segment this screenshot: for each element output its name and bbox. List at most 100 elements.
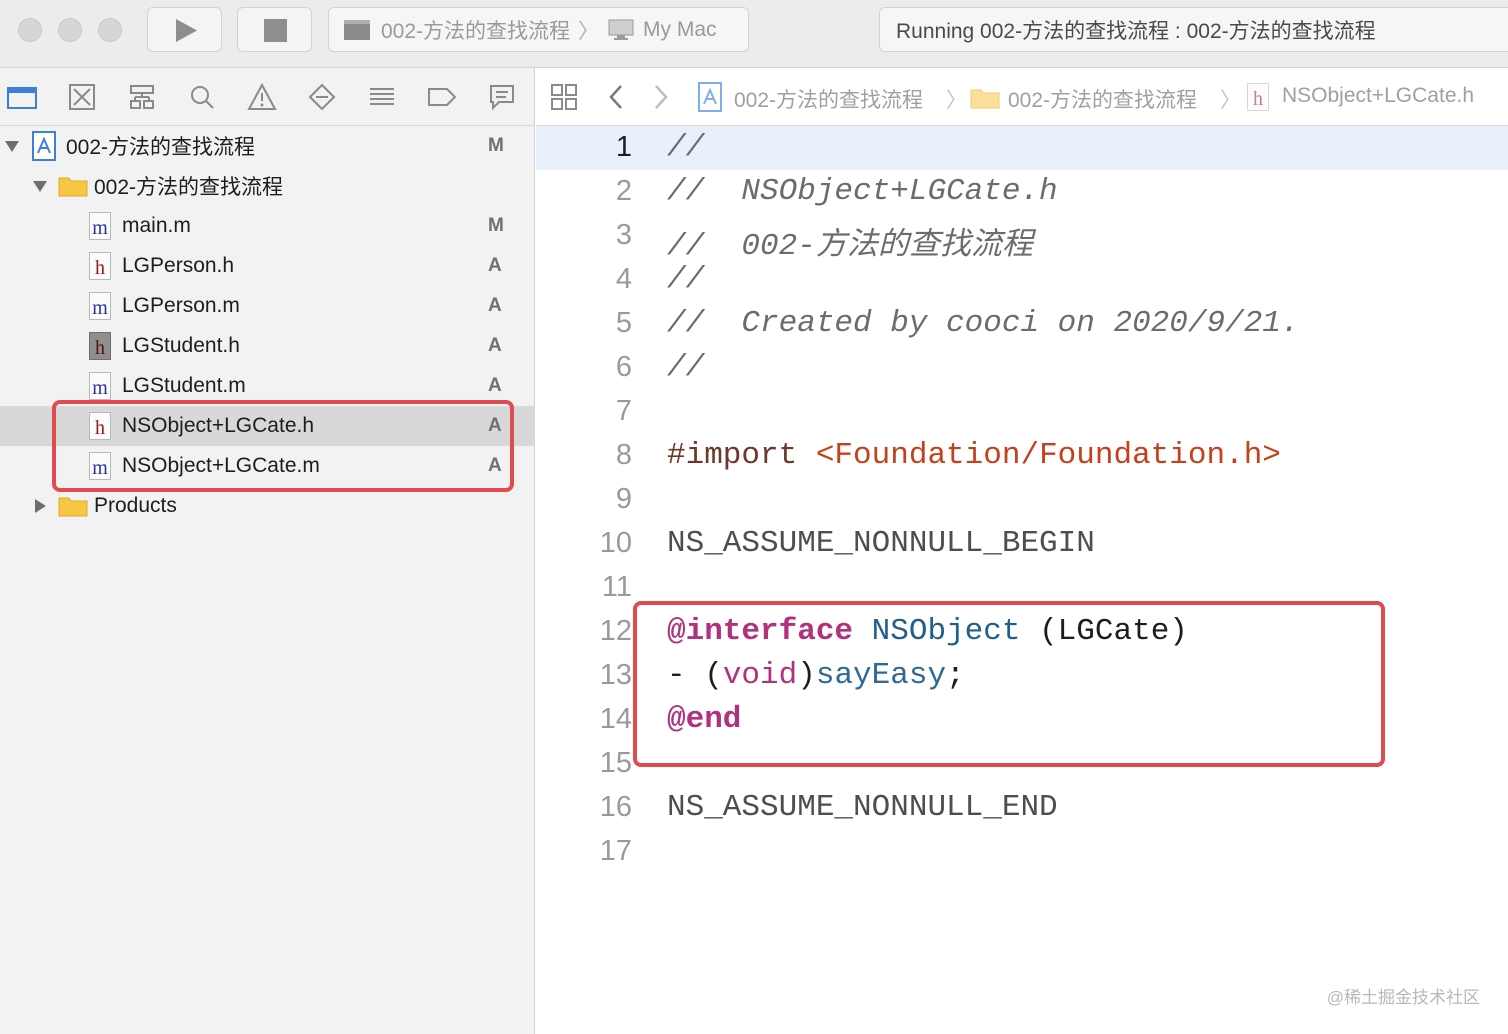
macro-nonnull-end: NS_ASSUME_NONNULL_END	[667, 790, 1058, 825]
folder-icon	[58, 497, 88, 517]
run-button[interactable]	[147, 7, 222, 52]
line-number: 16	[599, 791, 632, 823]
list-icon	[370, 88, 394, 105]
tree-row-file[interactable]: m main.m M	[0, 206, 535, 246]
line-number: 11	[601, 571, 632, 603]
issue-navigator-tab[interactable]	[247, 82, 277, 112]
line-number: 6	[615, 351, 632, 383]
breakpoint-navigator-tab[interactable]	[427, 82, 457, 112]
line-number: 12	[599, 615, 632, 647]
method-semicolon: ;	[946, 658, 965, 693]
code-line: 13 - (void)sayEasy;	[536, 654, 1508, 698]
line-number: 5	[615, 307, 632, 339]
activity-status: Running 002-方法的查找流程 : 002-方法的查找流程	[879, 7, 1508, 52]
tree-row-folder[interactable]: 002-方法的查找流程	[0, 166, 535, 206]
symbol-navigator-tab[interactable]	[127, 82, 157, 112]
scm-status-badge: A	[488, 375, 502, 396]
tree-row-label: main.m	[122, 214, 191, 237]
minimize-window-button[interactable]	[58, 18, 82, 42]
tree-row-file[interactable]: m LGStudent.m A	[0, 366, 535, 406]
test-navigator-tab[interactable]	[307, 82, 337, 112]
keyword-interface: @interface	[667, 614, 854, 649]
tree-row-folder[interactable]: Products	[0, 486, 535, 526]
tree-row-file[interactable]: m LGPerson.m A	[0, 286, 535, 326]
navigator-selector-bar	[0, 68, 534, 126]
scm-status-badge: M	[488, 215, 504, 236]
close-window-button[interactable]	[18, 18, 42, 42]
header-file-icon: h	[1247, 83, 1269, 111]
code-line: 17	[536, 830, 1508, 874]
code-area[interactable]: 1 // 2 // NSObject+LGCate.h 3 // 002-方法的…	[536, 126, 1508, 1034]
code-comment: //	[667, 350, 705, 385]
chevron-right-icon: 〉	[1220, 89, 1241, 112]
import-directive: #import	[667, 438, 816, 473]
diamond-icon	[308, 83, 336, 111]
code-line: 16 NS_ASSUME_NONNULL_END	[536, 786, 1508, 830]
tree-row-label: Products	[94, 494, 177, 517]
disclosure-open-icon[interactable]	[32, 178, 48, 194]
disclosure-closed-icon[interactable]	[32, 498, 48, 514]
line-number: 14	[599, 703, 632, 735]
interface-declaration: @interface NSObject (LGCate)	[667, 614, 1188, 649]
chevron-right-icon: 〉	[578, 19, 600, 43]
jumpbar-crumb-project[interactable]: 002-方法的查找流程	[734, 84, 923, 114]
debug-navigator-tab[interactable]	[367, 82, 397, 112]
code-line: 6 //	[536, 346, 1508, 390]
source-control-icon	[69, 84, 95, 110]
stop-button[interactable]	[237, 7, 312, 52]
folder-tab-icon	[7, 87, 37, 109]
back-chevron-icon[interactable]	[606, 84, 626, 110]
scheme-selector[interactable]: 002-方法的查找流程 〉 My Mac	[328, 7, 749, 52]
disclosure-open-icon[interactable]	[4, 138, 20, 154]
objc-implementation-file-icon: m	[89, 372, 111, 400]
scm-status-badge: A	[488, 455, 502, 476]
find-navigator-tab[interactable]	[187, 82, 217, 112]
zoom-window-button[interactable]	[98, 18, 122, 42]
scheme-target-label: 002-方法的查找流程	[381, 19, 571, 43]
play-icon	[176, 19, 197, 42]
tree-row-label: NSObject+LGCate.h	[122, 414, 315, 437]
method-prefix: - (	[667, 658, 723, 693]
tree-row-file-selected[interactable]: h NSObject+LGCate.h A	[0, 406, 535, 446]
code-comment: // Created by cooci on 2020/9/21.	[667, 306, 1300, 341]
tree-row-label: LGPerson.h	[122, 254, 235, 277]
tree-row-file[interactable]: h LGPerson.h A	[0, 246, 535, 286]
method-paren: )	[797, 658, 816, 693]
code-comment: // NSObject+LGCate.h	[667, 174, 1058, 209]
mac-icon	[608, 19, 634, 40]
report-navigator-tab[interactable]	[487, 82, 517, 112]
line-number: 7	[615, 395, 632, 427]
header-file-icon: h	[89, 412, 111, 440]
tree-row-label: LGStudent.m	[122, 374, 246, 397]
line-number: 13	[599, 659, 632, 691]
code-line: 3 // 002-方法的查找流程	[536, 214, 1508, 264]
header-file-icon: h	[89, 332, 111, 360]
source-control-tab[interactable]	[67, 82, 97, 112]
jumpbar-crumb-group[interactable]: 002-方法的查找流程	[1008, 84, 1197, 114]
stop-icon	[264, 19, 287, 42]
method-declaration: - (void)sayEasy;	[667, 658, 965, 693]
jumpbar-crumb-file[interactable]: NSObject+LGCate.h	[1282, 84, 1474, 108]
scheme-device-label: My Mac	[643, 17, 717, 41]
tree-row-file[interactable]: h LGStudent.h A	[0, 326, 535, 366]
project-navigator-tab[interactable]	[7, 82, 37, 112]
folder-icon	[58, 177, 88, 197]
scm-status-badge: A	[488, 415, 502, 436]
tree-row-label: 002-方法的查找流程	[94, 176, 284, 199]
hierarchy-icon	[130, 85, 154, 109]
code-line: 9	[536, 478, 1508, 522]
warning-icon	[247, 83, 277, 110]
forward-chevron-icon[interactable]	[651, 84, 671, 110]
scm-status-badge: A	[488, 255, 502, 276]
line-number: 17	[599, 835, 632, 867]
tree-row-project[interactable]: 002-方法的查找流程 M	[0, 126, 535, 166]
search-icon	[191, 86, 214, 109]
tree-row-label: 002-方法的查找流程	[66, 136, 256, 159]
objc-implementation-file-icon: m	[89, 452, 111, 480]
tree-row-label: LGPerson.m	[122, 294, 240, 317]
breakpoint-icon	[428, 88, 457, 106]
code-line: 10 NS_ASSUME_NONNULL_BEGIN	[536, 522, 1508, 566]
related-items-icon[interactable]	[550, 83, 578, 111]
header-file-icon: h	[89, 252, 111, 280]
tree-row-file[interactable]: m NSObject+LGCate.m A	[0, 446, 535, 486]
